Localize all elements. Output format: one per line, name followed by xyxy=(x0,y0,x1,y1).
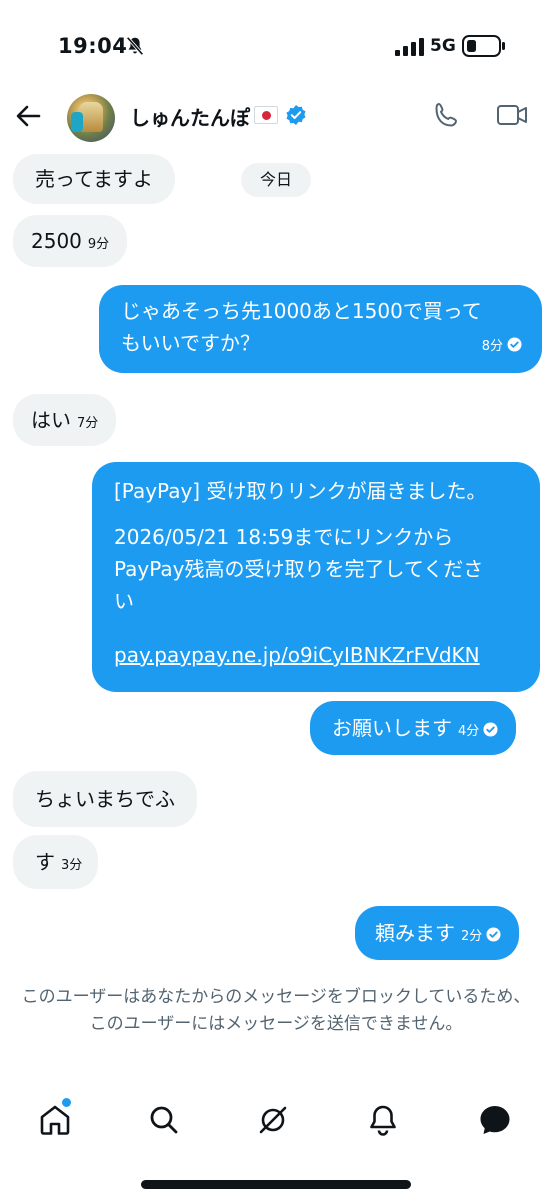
message-time: 9分 xyxy=(87,237,110,252)
blocked-notice: このユーザーはあなたからのメッセージをブロックしているため、このユーザーにはメッ… xyxy=(21,987,531,1034)
message-text: はい xyxy=(31,408,71,432)
paypay-link[interactable]: pay.paypay.ne.jp/o9iCyIBNKZrFVdKN xyxy=(114,639,520,671)
home-icon[interactable] xyxy=(37,1102,73,1138)
contact-name[interactable]: しゅんたんぽ xyxy=(130,102,250,131)
message-text: 2026/05/21 18:59までにリンクから xyxy=(114,525,454,549)
message-text: 2500 xyxy=(31,229,82,253)
bell-slash-icon xyxy=(126,36,144,56)
message-time: 8分 xyxy=(481,339,503,354)
message-bubble-sent[interactable]: じゃあそっち先1000あと1500で買って もいいですか？ 8分 xyxy=(99,285,542,373)
message-bubble-received[interactable]: す 3分 xyxy=(13,835,99,889)
network-label: 5G xyxy=(430,36,456,56)
message-text: もいいですか？ xyxy=(121,331,260,355)
read-check-icon xyxy=(486,927,501,942)
grok-icon[interactable] xyxy=(255,1102,291,1138)
message-bubble-received[interactable]: ちょいまちでふ xyxy=(13,771,197,827)
message-bubble-sent[interactable]: 頼みます 2分 xyxy=(355,906,520,960)
battery-icon xyxy=(462,35,505,57)
status-bar: 19:04 5G xyxy=(0,0,552,92)
home-indicator xyxy=(141,1180,411,1189)
message-time: 4分 xyxy=(458,724,480,739)
message-bubble-received[interactable]: 売ってますよ xyxy=(13,154,175,204)
japan-flag-icon xyxy=(254,106,278,124)
phone-icon[interactable] xyxy=(432,100,462,130)
message-bubble-sent[interactable]: [PayPay] 受け取りリンクが届きました。 2026/05/21 18:59… xyxy=(92,462,540,692)
message-text: 売ってますよ xyxy=(35,167,153,191)
notification-dot xyxy=(62,1098,71,1107)
verified-badge-icon xyxy=(286,105,306,125)
signal-icon xyxy=(395,38,424,56)
notifications-bell-icon[interactable] xyxy=(365,1102,401,1138)
message-bubble-sent[interactable]: お願いします 4分 xyxy=(310,701,517,755)
message-bubble-received[interactable]: はい 7分 xyxy=(13,394,117,446)
video-call-icon[interactable] xyxy=(496,101,528,129)
message-time: 7分 xyxy=(77,416,99,431)
avatar[interactable] xyxy=(67,94,115,142)
message-bubble-received[interactable]: 2500 9分 xyxy=(13,215,128,267)
conversation-header: しゅんたんぽ xyxy=(0,92,552,142)
message-text: お願いします xyxy=(332,716,452,740)
message-time: 2分 xyxy=(461,929,483,944)
day-separator: 今日 xyxy=(241,163,311,197)
message-meta: 8分 xyxy=(476,327,522,363)
message-text: す xyxy=(35,850,55,874)
message-text: PayPay残高の受け取りを完了してくださ xyxy=(114,557,484,581)
message-text: じゃあそっち先1000あと1500で買って xyxy=(121,299,482,323)
back-arrow-icon[interactable] xyxy=(14,102,42,130)
read-check-icon xyxy=(483,722,498,737)
message-time: 3分 xyxy=(61,858,83,873)
message-text: [PayPay] 受け取りリンクが届きました。 xyxy=(114,479,487,503)
messages-icon[interactable] xyxy=(477,1102,513,1138)
message-text: い xyxy=(114,589,134,613)
read-check-icon xyxy=(507,337,522,352)
message-text: 頼みます xyxy=(375,921,455,945)
message-text: ちょいまちでふ xyxy=(35,787,175,811)
bottom-tab-bar xyxy=(0,1092,552,1152)
search-icon[interactable] xyxy=(146,1102,182,1138)
status-time: 19:04 xyxy=(58,34,128,58)
